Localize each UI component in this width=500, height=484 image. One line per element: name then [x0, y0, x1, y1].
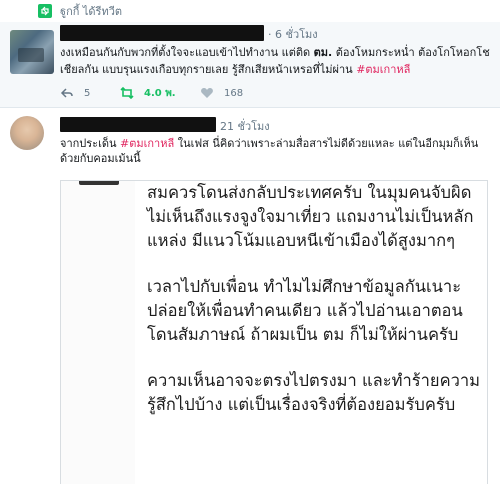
quote-paragraph: เวลาไปกับเพื่อน ทำไมไม่ศึกษาข้อมูลกันเนา… [147, 277, 463, 344]
retweet-header: ฐูกกี้ ได้รีทวีต [0, 0, 500, 22]
hashtag-link[interactable]: #ตมเกาหลี [120, 137, 174, 150]
attached-image[interactable]: สมควรโดนส่งกลับประเทศครับ ในมุมคนจับผิดไ… [60, 180, 488, 484]
tweet-text-bold: ตม. [313, 46, 333, 59]
avatar[interactable] [10, 116, 44, 150]
retweet-action-icon [120, 86, 134, 100]
timestamp-text: 21 ชั่วโมง [220, 120, 270, 133]
like-icon [201, 88, 213, 98]
timestamp[interactable]: · 6 ชั่วโมง [268, 25, 318, 43]
tweet-text-part: จากประเด็น [60, 137, 121, 150]
quoted-comment-text: สมควรโดนส่งกลับประเทศครับ ในมุมคนจับผิดไ… [147, 181, 485, 439]
retweet-count: 4.0 พ. [144, 87, 176, 99]
retweeted-by-text[interactable]: ฐูกกี้ ได้รีทวีต [60, 2, 122, 20]
tweet-text-part: งงเหมือนกันกับพวกที่ตั้งใจจะแอบเข้าไปทำง… [60, 46, 314, 59]
like-count: 168 [224, 87, 244, 99]
quote-paragraph: ความเห็นอาจจะตรงไปตรงมา และทำร้ายความรู้… [147, 371, 481, 414]
hashtag-link[interactable]: #ตมเกาหลี [356, 63, 410, 76]
redacted-username [60, 117, 216, 132]
reply-count: 5 [84, 87, 91, 99]
image-left-margin [61, 181, 135, 484]
retweet-icon [38, 4, 52, 18]
tweet-1[interactable]: · 6 ชั่วโมง งงเหมือนกันกับพวกที่ตั้งใจจะ… [0, 22, 500, 108]
retweet-button[interactable]: 4.0 พ. [120, 86, 200, 101]
timestamp[interactable]: 21 ชั่วโมง [220, 117, 270, 135]
reply-button[interactable]: 5 [60, 86, 120, 100]
tweet-2[interactable]: 21 ชั่วโมง จากประเด็น #ตมเกาหลี ในเฟส นี… [0, 108, 500, 484]
image-top-bar [79, 181, 119, 185]
quote-paragraph: สมควรโดนส่งกลับประเทศครับ ในมุมคนจับผิดไ… [147, 183, 474, 250]
tweet-actions: 5 4.0 พ. 168 [60, 84, 260, 102]
timestamp-text: 6 ชั่วโมง [275, 28, 318, 41]
like-button[interactable]: 168 [200, 86, 260, 100]
reply-icon [60, 88, 73, 98]
tweet-text: จากประเด็น #ตมเกาหลี ในเฟส นี่คิดว่าเพรา… [60, 136, 492, 166]
tweet-text: งงเหมือนกันกับพวกที่ตั้งใจจะแอบเข้าไปทำง… [60, 44, 490, 78]
redacted-username [60, 25, 264, 41]
avatar[interactable] [10, 30, 54, 74]
